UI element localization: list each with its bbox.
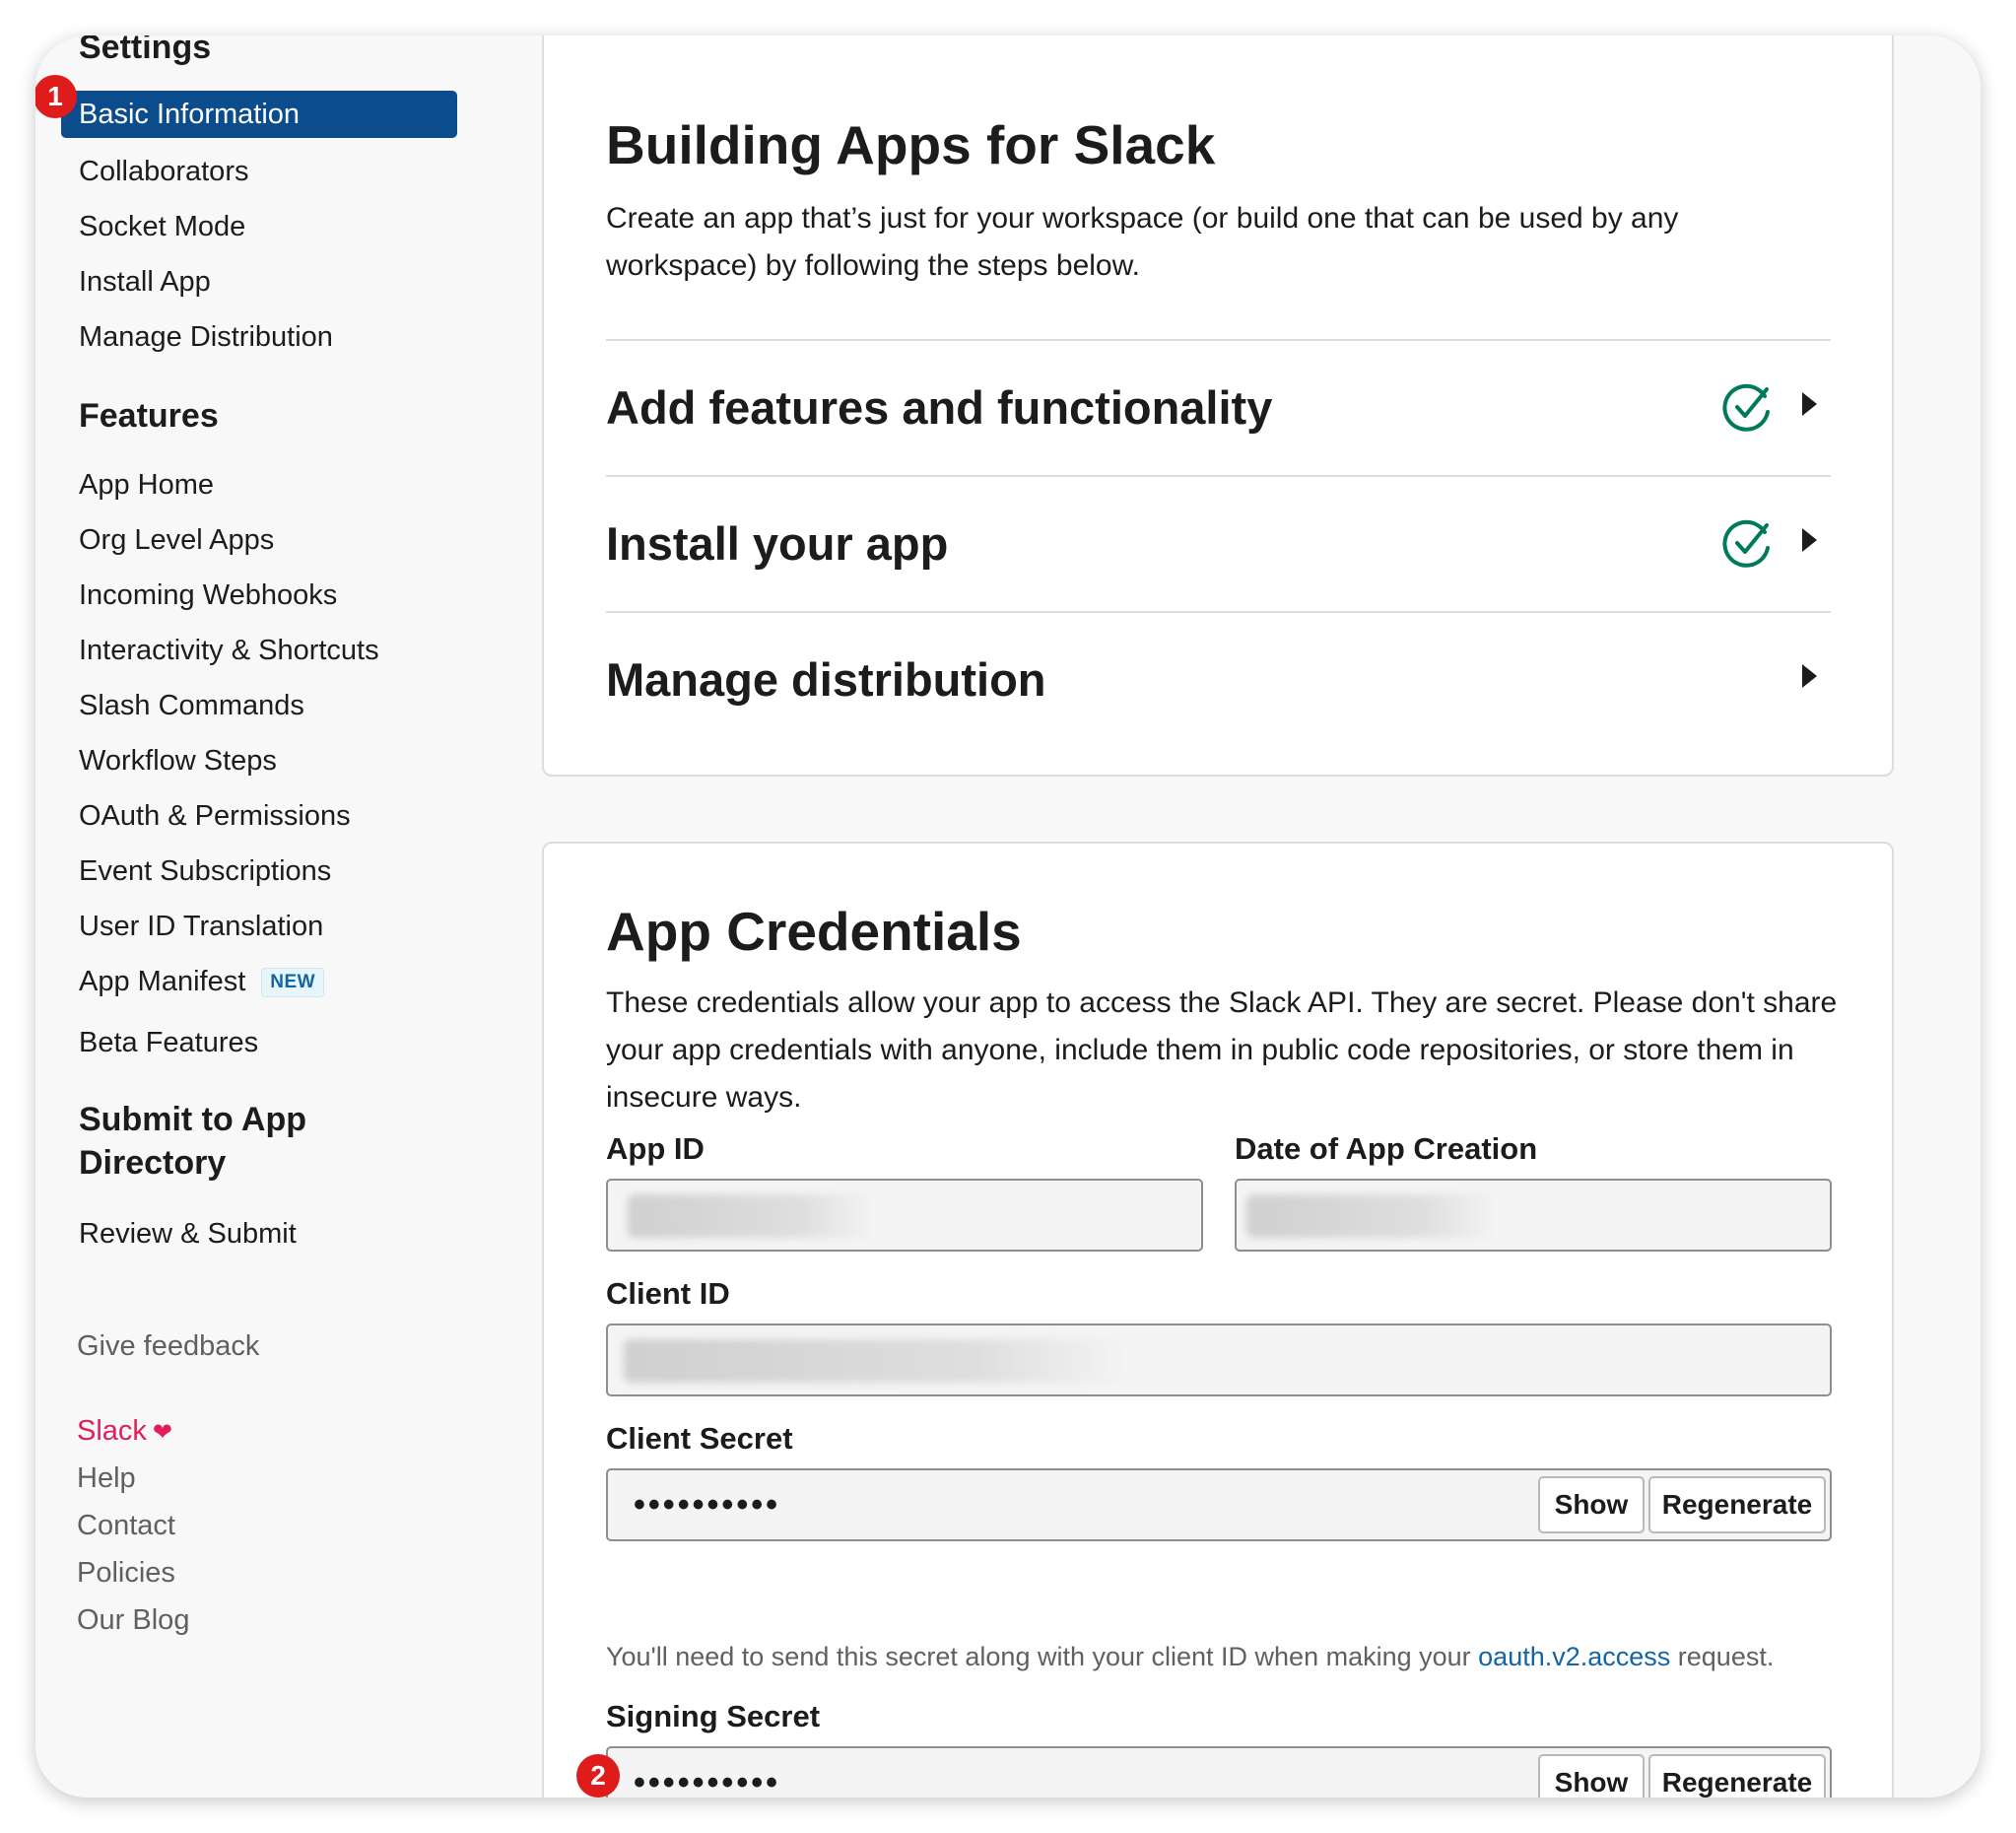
caret-right-icon [1802, 664, 1817, 688]
step-install-app[interactable]: Install your app [606, 475, 1831, 613]
app-credentials-title: App Credentials [606, 901, 1022, 962]
submit-heading-line-2: Directory [79, 1144, 227, 1182]
sidebar-item-workflow-steps[interactable]: Workflow Steps [79, 741, 277, 781]
app-id-field[interactable] [606, 1179, 1203, 1252]
client-secret-label: Client Secret [606, 1421, 793, 1456]
new-badge: NEW [261, 968, 325, 997]
date-of-app-creation-field[interactable] [1235, 1179, 1832, 1252]
client-secret-masked-value: •••••••••• [634, 1486, 781, 1524]
sidebar-item-app-home[interactable]: App Home [79, 465, 214, 505]
oauth-v2-access-link[interactable]: oauth.v2.access [1478, 1642, 1670, 1671]
client-secret-show-button[interactable]: Show [1538, 1476, 1645, 1533]
sidebar-item-install-app[interactable]: Install App [79, 262, 211, 302]
step-label: Manage distribution [606, 653, 1046, 706]
annotation-marker-1: 1 [35, 75, 77, 118]
sidebar-item-org-level-apps[interactable]: Org Level Apps [79, 520, 274, 560]
building-apps-title: Building Apps for Slack [606, 114, 1216, 175]
sidebar-item-event-subscriptions[interactable]: Event Subscriptions [79, 851, 331, 891]
signing-secret-field[interactable]: •••••••••• Show Regenerate [606, 1746, 1832, 1798]
app-id-label: App ID [606, 1131, 705, 1166]
signing-secret-masked-value: •••••••••• [634, 1764, 781, 1798]
client-secret-field[interactable]: •••••••••• Show Regenerate [606, 1468, 1832, 1541]
app-credentials-description: These credentials allow your app to acce… [606, 986, 1838, 1114]
building-apps-description: Create an app that’s just for your works… [606, 202, 1679, 282]
client-secret-regenerate-button[interactable]: Regenerate [1648, 1476, 1826, 1533]
client-id-field[interactable] [606, 1324, 1832, 1396]
submit-heading-line-1: Submit to App [79, 1101, 307, 1138]
sidebar-item-incoming-webhooks[interactable]: Incoming Webhooks [79, 576, 337, 615]
settings-heading: Settings [79, 35, 212, 66]
step-label: Add features and functionality [606, 381, 1273, 434]
check-circle-icon [1722, 519, 1770, 568]
sidebar-item-review-submit[interactable]: Review & Submit [79, 1214, 297, 1254]
signing-secret-show-button[interactable]: Show [1538, 1754, 1645, 1798]
client-id-label: Client ID [606, 1276, 730, 1311]
sidebar-item-slash-commands[interactable]: Slash Commands [79, 686, 304, 725]
app-settings-window: Settings 1 Basic Information Collaborato… [35, 35, 1981, 1798]
heart-icon: ❤ [152, 1419, 173, 1446]
footer-link-policies[interactable]: Policies [77, 1553, 175, 1593]
sidebar-item-label: App Manifest [79, 966, 246, 997]
building-apps-card: Building Apps for Slack Create an app th… [542, 35, 1894, 777]
client-secret-help-text: You'll need to send this secret along wi… [606, 1638, 1774, 1675]
footer-link-label: Slack [77, 1415, 147, 1447]
signing-secret-label: Signing Secret [606, 1699, 821, 1733]
give-feedback-link[interactable]: Give feedback [77, 1326, 259, 1366]
step-label: Install your app [606, 517, 949, 570]
help-text-part: request. [1670, 1642, 1775, 1671]
sidebar-item-user-id-translation[interactable]: User ID Translation [79, 907, 323, 946]
redacted-value [624, 1339, 1126, 1383]
features-heading: Features [79, 397, 219, 435]
footer-link-contact[interactable]: Contact [77, 1506, 175, 1545]
footer-link-slack[interactable]: Slack ❤ [77, 1411, 172, 1453]
app-credentials-card: App Credentials These credentials allow … [542, 842, 1894, 1798]
sidebar-item-app-manifest[interactable]: App Manifest NEW [79, 962, 325, 1001]
redacted-value [628, 1194, 874, 1238]
caret-right-icon [1802, 392, 1817, 416]
sidebar-item-collaborators[interactable]: Collaborators [79, 152, 248, 191]
step-manage-distribution[interactable]: Manage distribution [606, 611, 1831, 749]
redacted-value [1246, 1194, 1497, 1238]
footer-link-help[interactable]: Help [77, 1459, 136, 1498]
sidebar-item-oauth-permissions[interactable]: OAuth & Permissions [79, 796, 351, 836]
sidebar-item-interactivity-shortcuts[interactable]: Interactivity & Shortcuts [79, 631, 379, 670]
help-text-part: You'll need to send this secret along wi… [606, 1642, 1479, 1671]
annotation-marker-2: 2 [576, 1754, 620, 1798]
sidebar-item-basic-information[interactable]: Basic Information [61, 91, 457, 138]
submit-heading: Submit to App Directory [79, 1098, 306, 1185]
sidebar-item-manage-distribution[interactable]: Manage Distribution [79, 317, 333, 357]
sidebar-item-socket-mode[interactable]: Socket Mode [79, 207, 245, 246]
date-of-app-creation-label: Date of App Creation [1235, 1131, 1538, 1166]
sidebar: Settings 1 Basic Information Collaborato… [35, 35, 508, 1798]
step-add-features[interactable]: Add features and functionality [606, 339, 1831, 477]
caret-right-icon [1802, 528, 1817, 552]
signing-secret-regenerate-button[interactable]: Regenerate [1648, 1754, 1826, 1798]
footer-link-our-blog[interactable]: Our Blog [77, 1600, 189, 1640]
check-circle-icon [1722, 383, 1770, 432]
sidebar-item-beta-features[interactable]: Beta Features [79, 1023, 258, 1062]
